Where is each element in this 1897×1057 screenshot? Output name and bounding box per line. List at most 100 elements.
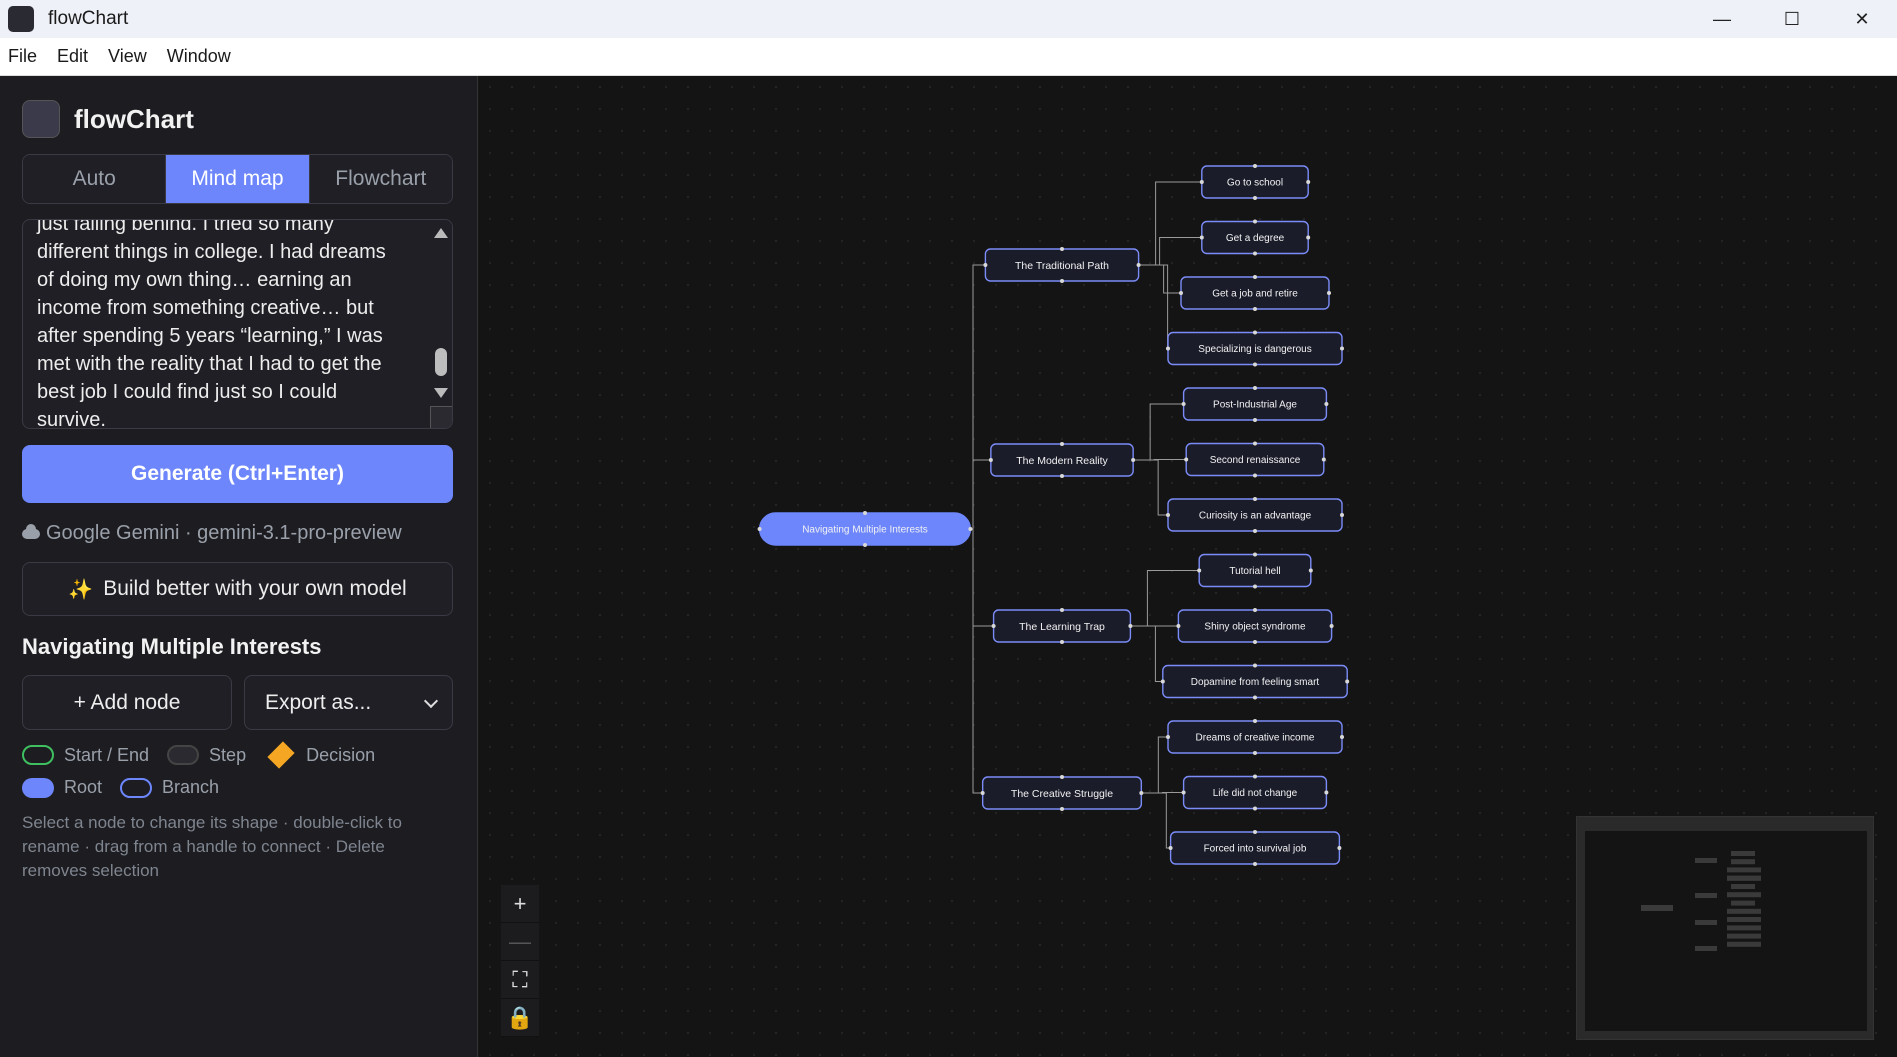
node-handle[interactable]: [1128, 624, 1133, 628]
node-handle[interactable]: [1327, 291, 1331, 295]
node-handle[interactable]: [1253, 529, 1257, 533]
node-handle[interactable]: [1253, 584, 1257, 589]
node-handle[interactable]: [1253, 719, 1257, 723]
node-handle[interactable]: [980, 791, 985, 795]
node-handle[interactable]: [1253, 441, 1257, 446]
node-handle[interactable]: [983, 263, 988, 267]
node-handle[interactable]: [1253, 196, 1257, 200]
leaf-node[interactable]: Post-Industrial Age: [1181, 386, 1329, 422]
legend-branch[interactable]: Branch: [120, 777, 219, 798]
branch-node[interactable]: The Modern Reality: [988, 442, 1136, 478]
generate-button[interactable]: Generate (Ctrl+Enter): [22, 445, 453, 503]
edge-root-branch[interactable]: [961, 528, 982, 794]
leaf-node[interactable]: Second renaissance: [1184, 441, 1326, 478]
legend-root[interactable]: Root: [22, 777, 102, 798]
leaf-node[interactable]: Curiosity is an advantage: [1166, 497, 1344, 533]
node-handle[interactable]: [1253, 608, 1257, 612]
own-model-button[interactable]: ✨ Build better with your own model: [22, 562, 453, 616]
node-handle[interactable]: [1136, 263, 1141, 267]
node-handle[interactable]: [1253, 473, 1257, 478]
leaf-node[interactable]: Specializing is dangerous: [1166, 330, 1344, 367]
menu-view[interactable]: View: [108, 46, 147, 67]
node-handle[interactable]: [863, 511, 867, 515]
edge-branch-leaf[interactable]: [1142, 736, 1170, 794]
export-select[interactable]: Export as...: [244, 675, 453, 730]
node-handle[interactable]: [1060, 640, 1064, 644]
edge-branch-leaf[interactable]: [1139, 237, 1204, 266]
lock-button[interactable]: 🔒: [501, 999, 539, 1037]
node-handle[interactable]: [1253, 307, 1257, 311]
node-handle[interactable]: [1184, 457, 1189, 462]
legend-start-end[interactable]: Start / End: [22, 745, 149, 766]
node-handle[interactable]: [1060, 279, 1064, 283]
node-handle[interactable]: [1060, 775, 1064, 779]
node-handle[interactable]: [1176, 624, 1181, 628]
node-handle[interactable]: [1253, 774, 1257, 779]
node-handle[interactable]: [757, 527, 762, 531]
menu-file[interactable]: File: [8, 46, 37, 67]
tab-auto[interactable]: Auto: [23, 155, 167, 203]
maximize-button[interactable]: ☐: [1757, 0, 1827, 38]
node-handle[interactable]: [1253, 386, 1257, 390]
close-button[interactable]: ✕: [1827, 0, 1897, 38]
node-handle[interactable]: [1340, 735, 1344, 739]
edge-branch-leaf[interactable]: [1139, 264, 1183, 294]
node-handle[interactable]: [1340, 513, 1344, 517]
node-handle[interactable]: [1060, 807, 1064, 811]
node-handle[interactable]: [863, 543, 867, 547]
menu-window[interactable]: Window: [167, 46, 231, 67]
node-handle[interactable]: [1253, 663, 1257, 668]
leaf-node[interactable]: Get a degree: [1199, 219, 1311, 256]
node-handle[interactable]: [1306, 180, 1311, 184]
branch-node[interactable]: The Creative Struggle: [980, 775, 1144, 811]
legend-step[interactable]: Step: [167, 745, 246, 766]
menu-edit[interactable]: Edit: [57, 46, 88, 67]
node-handle[interactable]: [1306, 235, 1311, 240]
node-handle[interactable]: [1253, 418, 1257, 422]
node-handle[interactable]: [1253, 275, 1257, 279]
resize-grip-icon[interactable]: [430, 406, 452, 428]
node-handle[interactable]: [1181, 402, 1186, 406]
node-handle[interactable]: [1253, 751, 1257, 755]
root-node[interactable]: Navigating Multiple Interests: [757, 511, 973, 547]
node-handle[interactable]: [1060, 608, 1064, 612]
branch-node[interactable]: The Learning Trap: [991, 608, 1133, 644]
edge-branch-leaf[interactable]: [1139, 181, 1204, 266]
node-handle[interactable]: [1253, 695, 1257, 700]
node-handle[interactable]: [1166, 513, 1170, 517]
node-handle[interactable]: [1168, 846, 1173, 850]
minimap[interactable]: [1576, 816, 1874, 1040]
node-handle[interactable]: [1253, 862, 1257, 866]
node-handle[interactable]: [1181, 790, 1186, 795]
node-handle[interactable]: [1308, 568, 1313, 573]
node-handle[interactable]: [1321, 457, 1326, 462]
zoom-out-button[interactable]: —: [501, 923, 539, 961]
scroll-up-icon[interactable]: [434, 228, 448, 238]
node-handle[interactable]: [1253, 497, 1257, 501]
node-handle[interactable]: [1139, 791, 1144, 795]
scroll-thumb[interactable]: [435, 348, 447, 376]
node-handle[interactable]: [1253, 362, 1257, 367]
node-handle[interactable]: [1060, 247, 1064, 251]
edge-branch-leaf[interactable]: [1131, 625, 1165, 682]
node-handle[interactable]: [1131, 458, 1136, 462]
leaf-node[interactable]: Dreams of creative income: [1166, 719, 1344, 755]
edge-branch-leaf[interactable]: [1134, 403, 1186, 461]
edge-branch-leaf[interactable]: [1139, 264, 1170, 349]
tab-mind-map[interactable]: Mind map: [166, 155, 310, 203]
node-handle[interactable]: [1253, 640, 1257, 644]
node-handle[interactable]: [1324, 402, 1329, 406]
edge-root-branch[interactable]: [961, 528, 993, 627]
node-handle[interactable]: [1199, 180, 1204, 184]
node-handle[interactable]: [1197, 568, 1202, 573]
node-handle[interactable]: [988, 458, 993, 462]
node-handle[interactable]: [1253, 830, 1257, 834]
node-handle[interactable]: [1337, 846, 1342, 850]
node-handle[interactable]: [1253, 552, 1257, 557]
leaf-node[interactable]: Life did not change: [1181, 774, 1329, 811]
zoom-in-button[interactable]: +: [501, 885, 539, 923]
node-handle[interactable]: [1179, 291, 1183, 295]
leaf-node[interactable]: Tutorial hell: [1197, 552, 1313, 589]
node-handle[interactable]: [1060, 442, 1064, 446]
node-handle[interactable]: [1253, 330, 1257, 335]
